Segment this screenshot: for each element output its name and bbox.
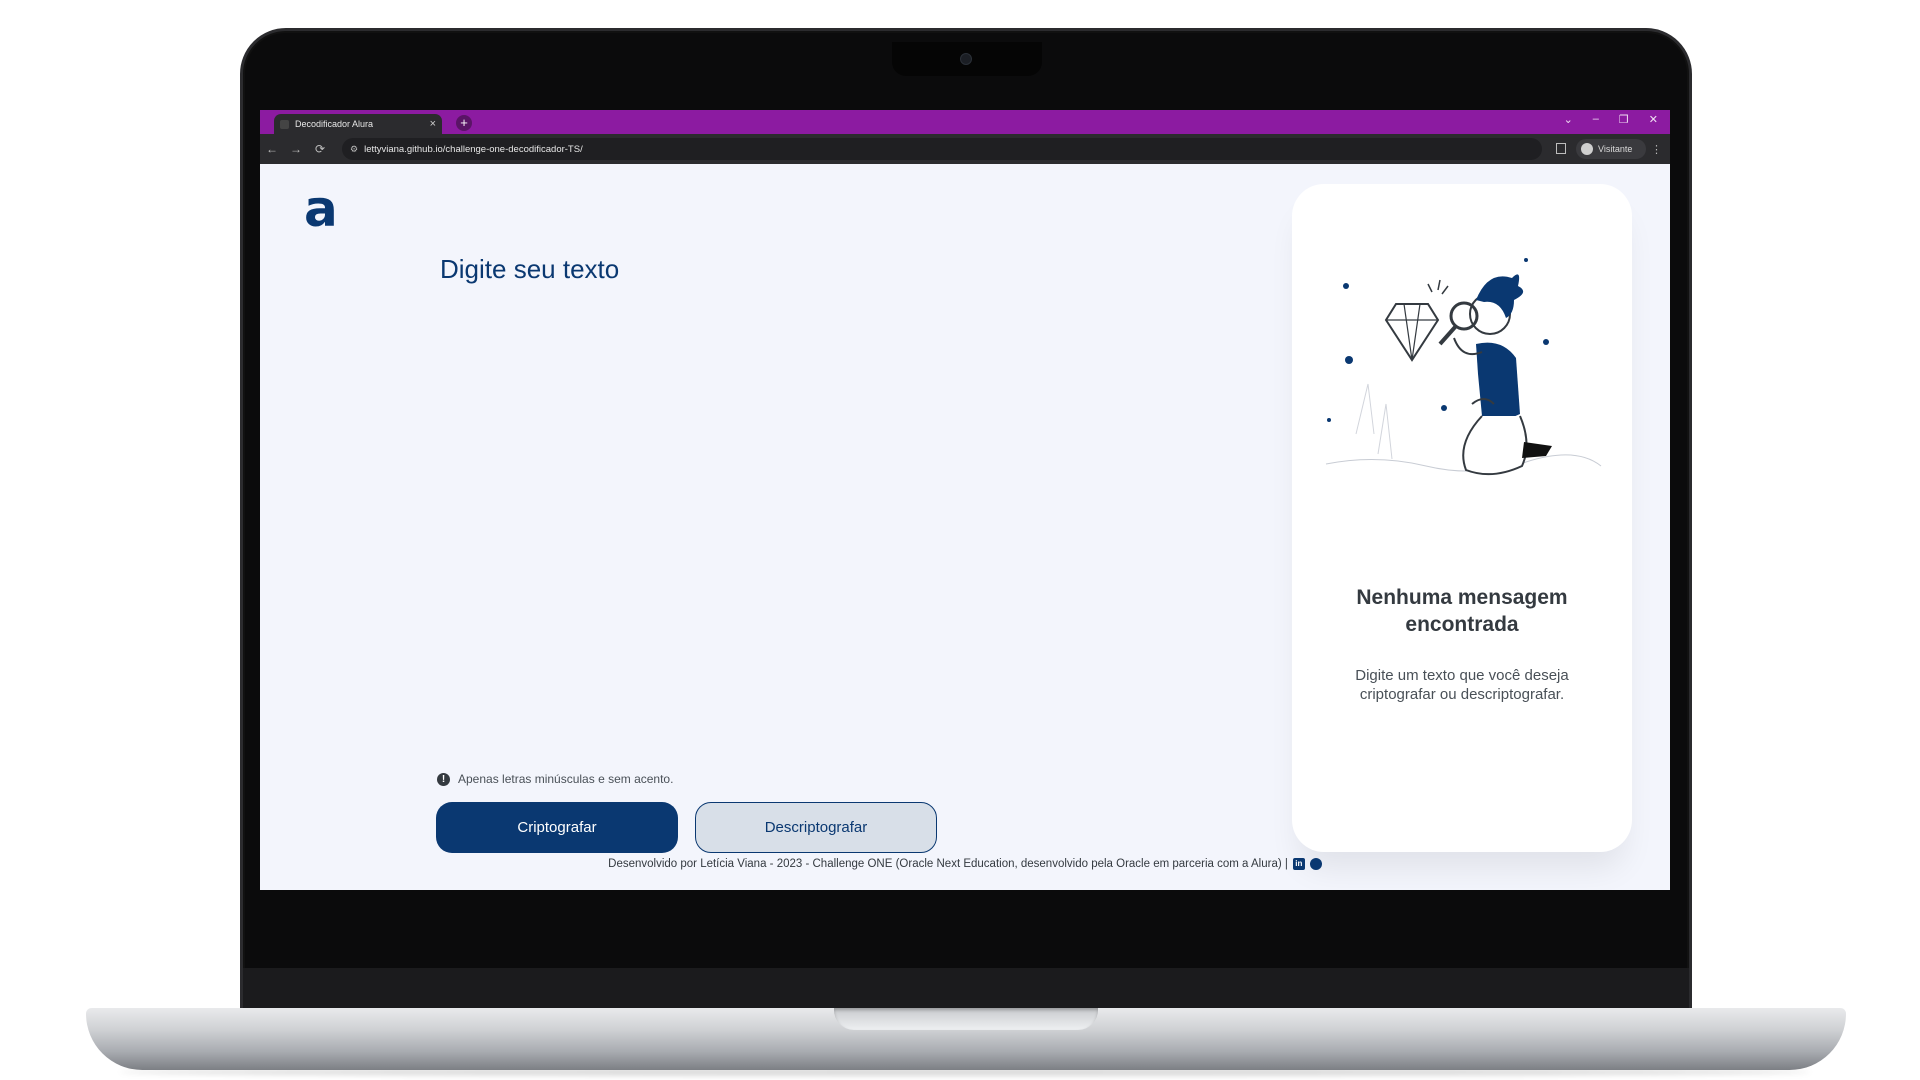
- back-icon[interactable]: ←: [260, 142, 284, 156]
- camera-icon: [960, 53, 972, 65]
- site-settings-icon[interactable]: ⚙: [350, 144, 358, 155]
- tab-search-icon[interactable]: ⌄: [1564, 113, 1573, 126]
- footer-text: Desenvolvido por Letícia Viana - 2023 - …: [608, 858, 1288, 870]
- footer: Desenvolvido por Letícia Viana - 2023 - …: [260, 858, 1670, 870]
- window-controls: ⌄ – ❐ ✕: [1564, 113, 1658, 126]
- input-hint: ! Apenas letras minúsculas e sem acento.: [437, 772, 673, 786]
- encrypt-button[interactable]: Criptografar: [436, 802, 678, 853]
- page-content: a Digite seu texto ! Apenas letras minús…: [260, 164, 1670, 890]
- text-input[interactable]: Digite seu texto: [440, 254, 619, 285]
- new-tab-button[interactable]: +: [456, 115, 472, 131]
- hint-text: Apenas letras minúsculas e sem acento.: [458, 772, 674, 786]
- url-text: lettyviana.github.io/challenge-one-decod…: [364, 143, 583, 155]
- browser-toolbar: ← → ⟳ ⚙ lettyviana.github.io/challenge-o…: [260, 134, 1670, 164]
- avatar-icon: [1581, 143, 1593, 155]
- address-bar[interactable]: ⚙ lettyviana.github.io/challenge-one-dec…: [342, 138, 1542, 160]
- close-tab-icon[interactable]: ×: [430, 118, 436, 130]
- linkedin-icon[interactable]: in: [1292, 858, 1305, 870]
- laptop-screen: Decodificador Alura × + ⌄ – ❐ ✕ ← → ⟳ ⚙ …: [260, 110, 1670, 890]
- side-panel-icon[interactable]: [1556, 143, 1566, 154]
- tab-title: Decodificador Alura: [295, 119, 374, 129]
- favicon-icon: [280, 119, 289, 129]
- forward-icon[interactable]: →: [284, 142, 308, 156]
- profile-label: Visitante: [1598, 144, 1633, 154]
- browser-tab[interactable]: Decodificador Alura ×: [274, 114, 442, 134]
- close-window-icon[interactable]: ✕: [1649, 113, 1658, 126]
- output-card: Nenhuma mensagem encontrada Digite um te…: [1292, 184, 1632, 852]
- laptop-frame: Decodificador Alura × + ⌄ – ❐ ✕ ← → ⟳ ⚙ …: [0, 0, 1920, 1080]
- empty-state-title: Nenhuma mensagem encontrada: [1356, 586, 1568, 636]
- minimize-icon[interactable]: –: [1593, 113, 1599, 126]
- empty-state-description: Digite um texto que você deseja criptogr…: [1355, 667, 1569, 703]
- laptop-opening-notch: [834, 1008, 1098, 1030]
- profile-button[interactable]: Visitante: [1576, 139, 1646, 159]
- github-icon[interactable]: [1309, 858, 1322, 870]
- laptop-bezel-bottom: [243, 968, 1689, 1012]
- reload-icon[interactable]: ⟳: [308, 142, 332, 156]
- alura-logo: a: [304, 180, 338, 238]
- person-searching-illustration: [1325, 258, 1602, 476]
- browser-tab-bar: Decodificador Alura × + ⌄ – ❐ ✕: [260, 110, 1670, 134]
- decrypt-button[interactable]: Descriptografar: [695, 802, 937, 853]
- restore-icon[interactable]: ❐: [1619, 113, 1629, 126]
- exclamation-icon: !: [437, 772, 450, 786]
- menu-icon[interactable]: ⋮: [1651, 143, 1662, 156]
